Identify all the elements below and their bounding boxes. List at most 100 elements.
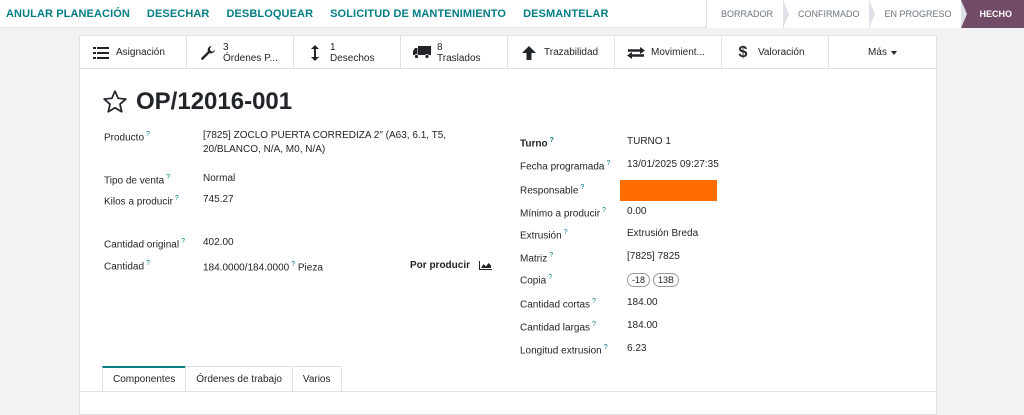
help-icon: ? <box>146 131 150 138</box>
original-qty-field[interactable]: 402.00 <box>203 236 234 250</box>
sale-type-field[interactable]: Normal <box>203 172 235 186</box>
help-icon: ? <box>592 298 596 305</box>
help-icon: ? <box>174 195 179 202</box>
help-icon: ? <box>606 160 611 167</box>
field-label-text: Longitud extrusion <box>520 345 602 357</box>
help-icon: ? <box>146 260 150 267</box>
stage-draft[interactable]: BORRADOR <box>705 0 789 28</box>
scrap-button[interactable]: DESECHAR <box>147 8 210 20</box>
tab-work-orders[interactable]: Órdenes de trabajo <box>185 366 293 391</box>
traceability-label: Trazabilidad <box>544 47 599 58</box>
maintenance-request-button[interactable]: SOLICITUD DE MANTENIMIENTO <box>330 8 506 20</box>
tab-components[interactable]: Componentes <box>102 366 187 391</box>
more-button[interactable]: Más <box>829 36 936 69</box>
orders-label: Órdenes P... <box>223 52 278 64</box>
extrusion-length-field[interactable]: 6.23 <box>627 342 646 356</box>
min-produce-field[interactable]: 0.00 <box>627 205 646 219</box>
product-label: Producto? <box>104 131 150 143</box>
traceability-button[interactable]: Trazabilidad <box>508 36 615 69</box>
caret-down-icon <box>890 50 897 55</box>
form-sheet: Asignación 3 Órdenes P... 1 Desechos 8 Tras… <box>79 35 937 415</box>
extrusion-label: Extrusión? <box>520 229 568 241</box>
help-icon: ? <box>603 344 608 351</box>
quantity-value: 184.0000/184.0000 <box>203 262 290 274</box>
record-title: OP/12016-001 <box>136 88 293 115</box>
list-icon <box>92 44 110 62</box>
stage-arrow-icon <box>961 0 968 28</box>
product-value-line1: [7825] ZOCLO PUERTA CORREDIZA 2" (A63, 6… <box>203 130 447 141</box>
help-icon: ? <box>563 229 568 236</box>
field-label-text: Extrusión <box>520 230 562 242</box>
help-icon: ? <box>181 238 185 245</box>
valuation-label: Valoración <box>758 47 805 58</box>
field-label-text: Producto <box>104 132 145 144</box>
valuation-button[interactable]: $ Valoración <box>722 36 829 69</box>
status-bar: BORRADOR CONFIRMADO EN PROGRESO HECHO <box>705 0 1024 28</box>
long-qty-field[interactable]: 184.00 <box>627 319 658 333</box>
field-label-text: Matriz <box>520 253 548 265</box>
extrusion-length-label: Longitud extrusion? <box>520 344 608 356</box>
stage-confirmed[interactable]: CONFIRMADO <box>782 0 876 28</box>
field-label-text: Cantidad cortas <box>520 299 591 311</box>
notebook-tabs: Componentes Órdenes de trabajo Varios <box>102 366 342 391</box>
smart-button-box: Asignación 3 Órdenes P... 1 Desechos 8 Tras… <box>80 36 936 69</box>
to-produce-text: Por producir <box>410 260 471 271</box>
orders-count: 3 <box>223 41 229 53</box>
star-icon[interactable] <box>102 89 128 115</box>
field-label-text: Kilos a producir <box>104 196 173 208</box>
kilos-field[interactable]: 745.27 <box>203 193 234 207</box>
exchange-icon <box>627 44 645 62</box>
transfers-count: 8 <box>437 41 443 53</box>
moves-label: Movimient... <box>651 47 705 58</box>
assignment-button[interactable]: Asignación <box>80 36 187 69</box>
stage-label: BORRADOR <box>720 9 773 19</box>
tab-divider <box>80 391 936 392</box>
help-icon: ? <box>549 252 554 259</box>
field-label-text: Tipo de venta <box>104 175 165 187</box>
field-label-text: Fecha programada <box>520 161 605 173</box>
help-icon: ? <box>580 184 585 191</box>
forecast-chart-icon[interactable] <box>478 260 492 270</box>
die-field[interactable]: [7825] 7825 <box>627 250 680 264</box>
scheduled-date-label: Fecha programada? <box>520 160 610 172</box>
scheduled-date-field[interactable]: 13/01/2025 09:27:35 <box>627 158 719 172</box>
shift-field[interactable]: TURNO 1 <box>627 135 671 149</box>
quantity-uom: Pieza <box>297 262 323 274</box>
stage-in-progress[interactable]: EN PROGRESO <box>869 0 968 28</box>
production-orders-button[interactable]: 3 Órdenes P... <box>187 36 294 69</box>
product-field[interactable]: [7825] ZOCLO PUERTA CORREDIZA 2" (A63, 6… <box>203 129 446 157</box>
help-icon: ? <box>549 137 554 144</box>
dollar-icon: $ <box>738 43 748 61</box>
unbuild-button[interactable]: DESMANTELAR <box>523 8 608 20</box>
responsible-label: Responsable? <box>520 184 584 196</box>
copy-tags-field[interactable]: -18 13B <box>627 273 682 288</box>
field-label-text: Mínimo a producir <box>520 208 601 220</box>
short-qty-label: Cantidad cortas? <box>520 298 596 310</box>
updown-arrow-icon <box>306 44 324 62</box>
stage-label: CONFIRMADO <box>797 9 860 19</box>
arrow-up-icon <box>520 44 538 62</box>
stage-done[interactable]: HECHO <box>961 0 1024 28</box>
quantity-field[interactable]: 184.0000/184.0000? Pieza <box>203 258 323 275</box>
copy-tag[interactable]: 13B <box>653 273 680 287</box>
responsible-redacted[interactable] <box>620 180 717 201</box>
help-icon: ? <box>602 207 606 214</box>
original-qty-label: Cantidad original? <box>104 238 185 250</box>
transfers-button[interactable]: 8 Traslados <box>401 36 508 69</box>
scrap-smart-button[interactable]: 1 Desechos <box>294 36 401 69</box>
more-label: Más <box>868 47 887 58</box>
form-view: Asignación 3 Órdenes P... 1 Desechos 8 Tras… <box>0 29 1024 415</box>
moves-button[interactable]: Movimient... <box>615 36 722 69</box>
cancel-planning-button[interactable]: ANULAR PLANEACIÓN <box>6 8 130 20</box>
field-label-text: Copia <box>520 275 547 287</box>
copy-label: Copia? <box>520 274 552 286</box>
scrap-label: Desechos <box>330 52 375 64</box>
help-icon: ? <box>166 174 171 181</box>
field-label-text: Responsable <box>520 185 579 197</box>
unlock-button[interactable]: DESBLOQUEAR <box>226 8 313 20</box>
sale-type-label: Tipo de venta? <box>104 174 170 186</box>
tab-misc[interactable]: Varios <box>291 366 342 391</box>
short-qty-field[interactable]: 184.00 <box>627 296 658 310</box>
extrusion-field[interactable]: Extrusión Breda <box>627 227 698 241</box>
copy-tag[interactable]: -18 <box>627 273 651 287</box>
